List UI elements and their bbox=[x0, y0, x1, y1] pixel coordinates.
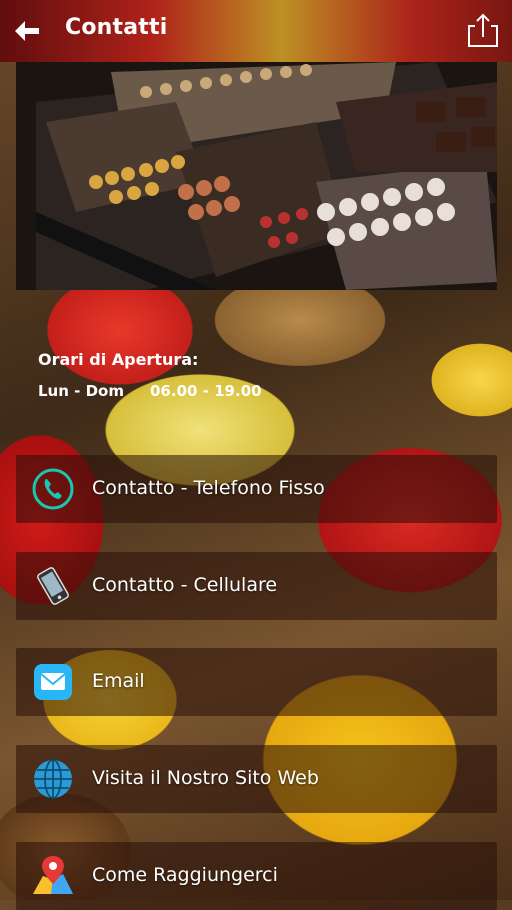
hours-time: 06.00 - 19.00 bbox=[150, 382, 262, 400]
hours-days: Lun - Dom bbox=[38, 382, 124, 400]
email-label: Email bbox=[92, 670, 145, 692]
email-button[interactable]: Email bbox=[16, 648, 497, 716]
hero-image bbox=[16, 62, 497, 290]
website-label: Visita il Nostro Sito Web bbox=[92, 767, 319, 789]
app-header: Contatti bbox=[0, 0, 512, 62]
contact-landline-button[interactable]: Contatto - Telefono Fisso bbox=[16, 455, 497, 523]
share-button[interactable] bbox=[466, 12, 500, 48]
globe-icon bbox=[34, 759, 72, 799]
contact-mobile-label: Contatto - Cellulare bbox=[92, 574, 278, 596]
back-button[interactable] bbox=[12, 17, 42, 45]
opening-hours: Orari di Apertura: Lun - Dom 06.00 - 19.… bbox=[16, 330, 497, 430]
map-pin-icon bbox=[33, 856, 73, 894]
page-title: Contatti bbox=[65, 15, 168, 40]
share-icon bbox=[468, 13, 498, 47]
hours-title: Orari di Apertura: bbox=[38, 350, 199, 369]
directions-label: Come Raggiungerci bbox=[92, 864, 278, 886]
arrow-left-icon bbox=[15, 21, 39, 41]
mail-icon bbox=[34, 664, 72, 700]
website-button[interactable]: Visita il Nostro Sito Web bbox=[16, 745, 497, 813]
mobile-phone-icon bbox=[37, 567, 69, 605]
contact-landline-label: Contatto - Telefono Fisso bbox=[92, 477, 325, 499]
phone-icon bbox=[32, 468, 74, 510]
contact-mobile-button[interactable]: Contatto - Cellulare bbox=[16, 552, 497, 620]
